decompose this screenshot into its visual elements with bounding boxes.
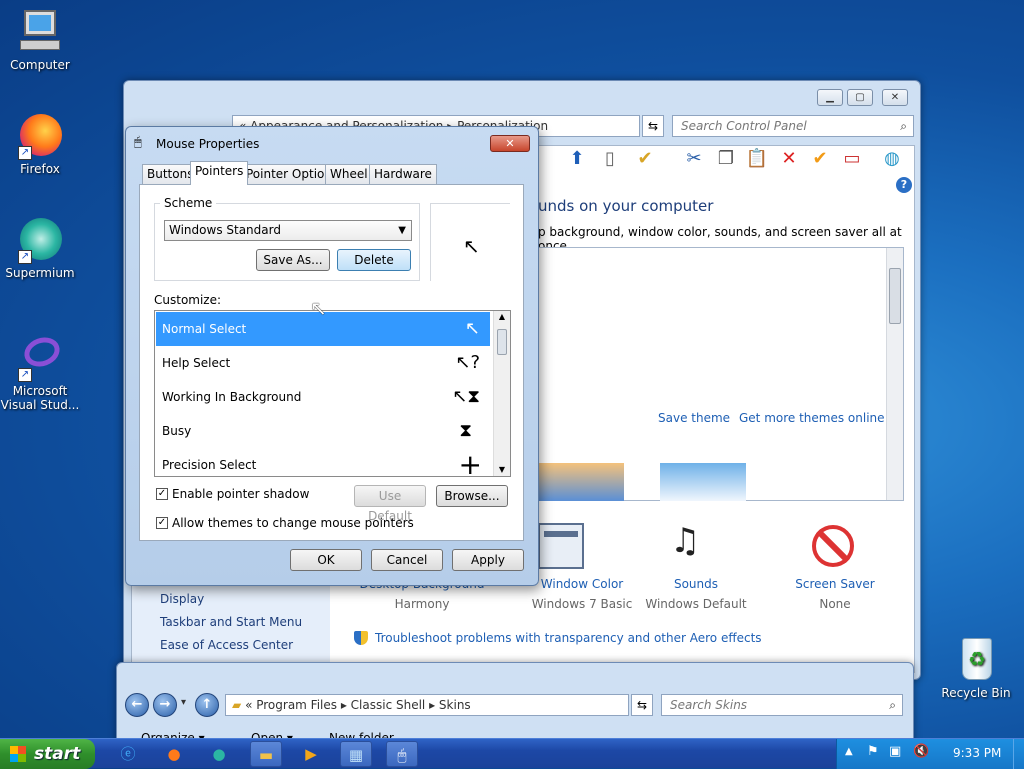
tab-hardware[interactable]: Hardware (369, 164, 437, 184)
forward-button[interactable]: → (153, 693, 177, 717)
skins-search-input[interactable]: Search Skins ⌕ (661, 694, 903, 716)
recent-dropdown-icon[interactable]: ▾ (181, 697, 186, 708)
visual-studio-icon: ↗ (16, 332, 64, 382)
arrow-cursor-icon: ↖ (463, 234, 480, 258)
recycle-bin-icon: ♻ (952, 636, 1000, 684)
minimize-button[interactable]: ▁ (817, 89, 843, 106)
tab-wheel[interactable]: Wheel (325, 164, 373, 184)
sounds-icon[interactable]: ♫ (670, 521, 700, 561)
volume-muted-icon[interactable]: 🔇 (913, 744, 929, 759)
pointer-list-scrollbar[interactable]: ▲ ▼ (493, 311, 510, 476)
up-button[interactable]: ↑ (195, 693, 219, 717)
taskbar: start ⓔ ● ● ▬ ▶ ▦ 🖱 ▲ ⚑ ▣ 🔇 9:33 PM (0, 738, 1024, 769)
sounds-link[interactable]: Sounds (644, 577, 748, 591)
sidebar-item-display[interactable]: Display (160, 592, 204, 606)
pointer-row-precision-select[interactable]: Precision Select + (156, 448, 490, 477)
control-panel-taskbar-icon[interactable]: ▦ (340, 741, 372, 767)
pointer-preview: ↖ (430, 203, 510, 281)
skins-address-bar[interactable]: ▰ « Program Files ▸ Classic Shell ▸ Skin… (225, 694, 629, 716)
show-hidden-icons[interactable]: ▲ (845, 746, 853, 757)
back-button[interactable]: ← (125, 693, 149, 717)
screen-saver-link[interactable]: Screen Saver (784, 577, 886, 591)
copy-icon[interactable]: ❐ (714, 147, 738, 171)
globe-icon[interactable]: ◍ (880, 147, 904, 171)
desktop-icon-firefox[interactable]: ↗ Firefox (0, 112, 80, 176)
close-button[interactable]: ✕ (882, 89, 908, 106)
pointers-panel: Scheme Windows Standard ▼ Save As... Dele… (139, 184, 524, 541)
rename-icon[interactable]: ▭ (840, 147, 864, 171)
pointer-list[interactable]: Normal Select ↖ Help Select ↖? Working In … (154, 310, 511, 477)
customize-label: Customize: (154, 293, 222, 307)
supermium-icon: ↗ (16, 216, 64, 264)
shield-icon (354, 631, 368, 645)
paste-icon[interactable]: 📋 (745, 147, 769, 171)
window-color-option[interactable] (538, 523, 584, 569)
screen-saver-icon[interactable] (812, 525, 854, 567)
check-icon[interactable]: ✔ (808, 147, 832, 171)
sidebar-item-ease-of-access[interactable]: Ease of Access Center (160, 638, 293, 652)
mouse-icon: 🖱 (134, 135, 142, 150)
pointer-row-busy[interactable]: Busy ⧗ (156, 414, 490, 448)
up-arrow-icon[interactable]: ⬆ (565, 147, 589, 171)
dialog-close-button[interactable]: ✕ (490, 135, 530, 152)
start-button[interactable]: start (0, 739, 95, 769)
mouse-cursor-icon: ↖ (310, 296, 327, 320)
refresh-icon[interactable]: ⇆ (642, 115, 664, 137)
system-tray: ▲ ⚑ ▣ 🔇 9:33 PM (836, 739, 1024, 769)
shadow-checkbox[interactable]: ✓ (156, 488, 168, 500)
firefox-taskbar-icon[interactable]: ● (158, 741, 190, 767)
desktop-icon-visual-studio[interactable]: ↗ Microsoft Visual Stud... (0, 332, 80, 412)
mouse-properties-dialog: 🖱 Mouse Properties ✕ Buttons Pointers Po… (125, 126, 539, 586)
pointer-row-working-background[interactable]: Working In Background ↖⧗ (156, 380, 490, 414)
troubleshoot-link[interactable]: Troubleshoot problems with transparency … (375, 631, 762, 645)
firefox-icon: ↗ (16, 112, 64, 160)
dialog-title: Mouse Properties (156, 137, 260, 151)
panel-icon[interactable]: ▯ (598, 147, 622, 171)
page-heading: unds on your computer (538, 197, 714, 215)
scheme-label: Scheme (160, 196, 217, 210)
scheme-select[interactable]: Windows Standard ▼ (164, 220, 412, 241)
show-desktop-button[interactable] (1013, 739, 1024, 769)
cancel-button[interactable]: Cancel (371, 549, 443, 571)
action-center-flag-icon[interactable]: ⚑ (867, 744, 879, 759)
network-icon[interactable]: ▣ (889, 744, 901, 759)
sidebar-item-taskbar[interactable]: Taskbar and Start Menu (160, 615, 302, 629)
delete-icon[interactable]: ✕ (777, 147, 801, 171)
help-icon[interactable]: ? (896, 177, 912, 193)
desktop-icon-computer[interactable]: Computer (0, 8, 80, 72)
computer-icon (16, 8, 64, 56)
browse-button[interactable]: Browse... (436, 485, 508, 507)
windows-logo-icon (10, 746, 26, 762)
apply-button[interactable]: Apply (452, 549, 524, 571)
delete-button[interactable]: Delete (337, 249, 411, 271)
theme-thumbnail[interactable] (538, 463, 624, 501)
supermium-taskbar-icon[interactable]: ● (203, 741, 235, 767)
media-player-icon[interactable]: ▶ (295, 741, 327, 767)
desktop-icon-recycle-bin[interactable]: ♻ Recycle Bin (936, 636, 1016, 700)
save-as-button[interactable]: Save As... (256, 249, 330, 271)
save-theme-link[interactable]: Save theme (658, 411, 730, 425)
use-default-button[interactable]: Use Default (354, 485, 426, 523)
themes-checkbox[interactable]: ✓ (156, 517, 168, 529)
shadow-label: Enable pointer shadow (172, 487, 310, 501)
desktop-icon-supermium[interactable]: ↗ Supermium (0, 216, 80, 280)
internet-explorer-icon[interactable]: ⓔ (112, 741, 144, 767)
more-themes-link[interactable]: Get more themes online (739, 411, 885, 425)
skins-refresh-icon[interactable]: ⇆ (631, 694, 653, 716)
search-input[interactable]: Search Control Panel ⌕ (672, 115, 914, 137)
maximize-button[interactable]: ▢ (847, 89, 873, 106)
theme-scrollbar[interactable] (886, 248, 903, 500)
theme-thumbnail[interactable] (660, 463, 746, 501)
pointer-row-help-select[interactable]: Help Select ↖? (156, 346, 490, 380)
themes-label: Allow themes to change mouse pointers (172, 516, 414, 530)
ok-button[interactable]: OK (290, 549, 362, 571)
explorer-taskbar-icon[interactable]: ▬ (250, 741, 282, 767)
tab-pointers[interactable]: Pointers (190, 161, 249, 185)
folder-check-icon[interactable]: ✔ (633, 147, 657, 171)
cut-icon[interactable]: ✂ (682, 147, 706, 171)
mouse-taskbar-icon[interactable]: 🖱 (386, 741, 418, 767)
clock[interactable]: 9:33 PM (953, 746, 1001, 760)
